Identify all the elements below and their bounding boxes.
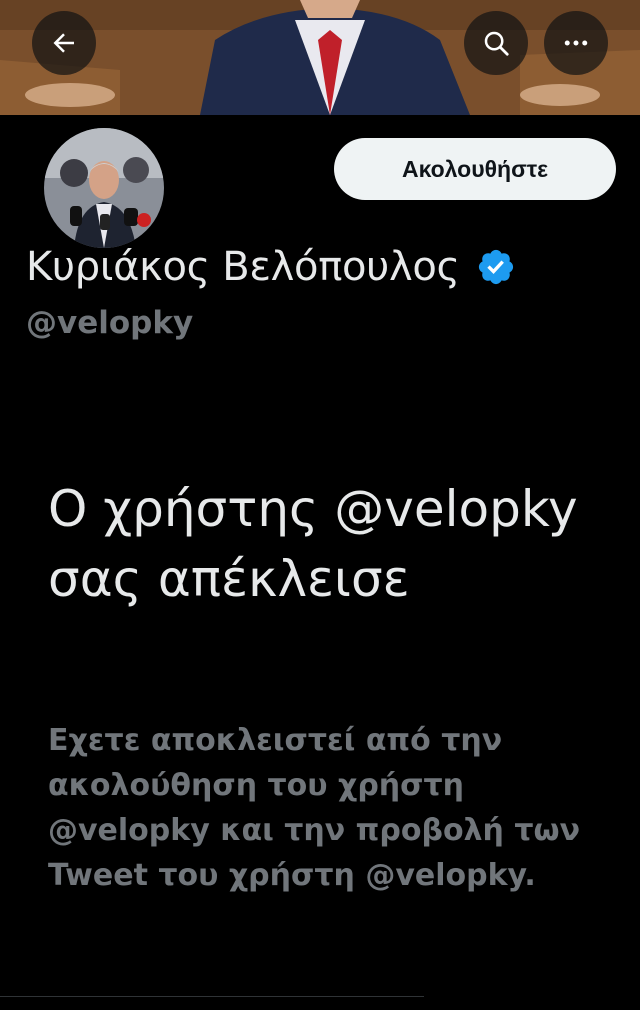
verified-badge-icon	[478, 249, 513, 285]
back-button[interactable]	[32, 11, 96, 75]
divider	[0, 996, 424, 997]
search-button[interactable]	[464, 11, 528, 75]
search-icon	[484, 31, 509, 56]
avatar-photo	[44, 128, 164, 248]
display-name: Κυριάκος Βελόπουλος	[26, 244, 460, 290]
avatar	[44, 128, 164, 248]
blocked-title: Ο χρήστης @velopky σας απέκλεισε	[48, 480, 578, 608]
more-options-button[interactable]	[544, 11, 608, 75]
profile-handle: @velopky	[26, 305, 194, 341]
arrow-left-icon	[53, 33, 74, 53]
banner-photo	[0, 0, 640, 115]
more-horizontal-icon	[564, 40, 588, 46]
profile-banner[interactable]	[0, 0, 640, 115]
avatar-frame[interactable]	[40, 124, 168, 252]
blocked-description: Εχετε αποκλειστεί από την ακολούθηση του…	[48, 723, 581, 893]
follow-button[interactable]: Ακολουθήστε	[334, 138, 616, 200]
profile-name-row: Κυριάκος Βελόπουλος	[26, 244, 516, 290]
